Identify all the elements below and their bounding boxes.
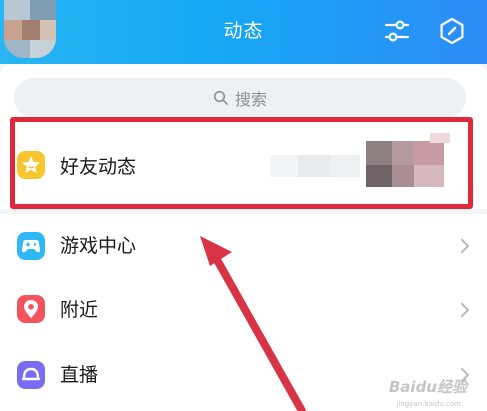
star-icon: [17, 151, 45, 179]
watermark: Baidu经验: [388, 378, 467, 396]
page-title: 动态: [223, 20, 264, 42]
live-icon: [17, 361, 45, 389]
list-item-label: 直播: [60, 364, 99, 386]
list-item-live[interactable]: 直播: [0, 343, 487, 407]
list-item-label: 好友动态: [60, 156, 137, 178]
chevron-right-icon: [461, 303, 469, 317]
list-item-friend-feed[interactable]: 好友动态: [0, 133, 487, 197]
list-item-label: 附近: [60, 299, 99, 321]
location-pin-icon: [17, 295, 45, 323]
search-icon: [213, 90, 228, 105]
section-divider: [0, 209, 487, 214]
chevron-right-icon: [461, 239, 469, 253]
gamepad-icon: [17, 232, 45, 260]
list-item-label: 游戏中心: [60, 235, 137, 257]
list-item-game-center[interactable]: 游戏中心: [0, 214, 487, 278]
search-bar[interactable]: 搜索: [14, 78, 466, 118]
filter-sliders-icon[interactable]: [383, 17, 411, 45]
top-header: 动态: [0, 0, 487, 64]
search-placeholder: 搜索: [234, 90, 267, 109]
hexagon-settings-icon[interactable]: [438, 17, 466, 45]
list-item-nearby[interactable]: 附近: [0, 278, 487, 342]
watermark-url: jingyan.baidu.com: [396, 400, 461, 408]
